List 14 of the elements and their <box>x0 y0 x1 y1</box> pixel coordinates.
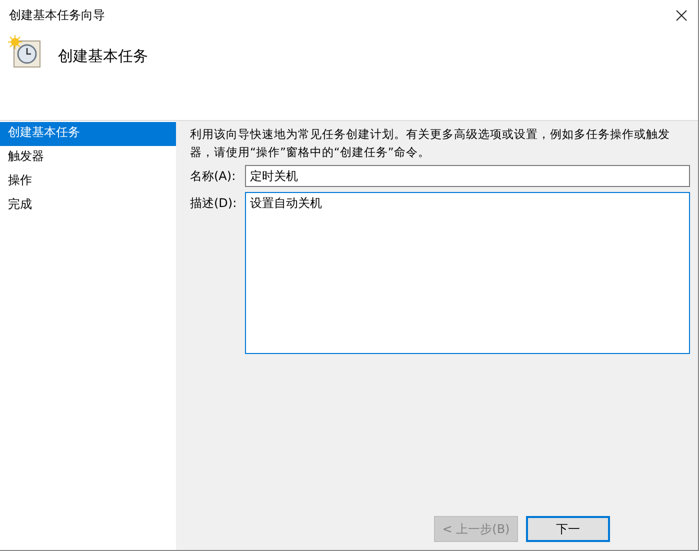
wizard-button[interactable]: 下一 <box>526 516 610 542</box>
wizard-heading: 创建基本任务 <box>58 47 148 66</box>
window-title: 创建基本任务向导 <box>9 7 105 24</box>
step-item[interactable]: 完成 <box>0 194 176 218</box>
name-field[interactable]: 定时关机 <box>245 165 690 187</box>
step-item[interactable]: 触发器 <box>0 146 176 170</box>
field-label: 名称(A): <box>190 168 237 185</box>
description-field[interactable]: 设置自动关机 <box>245 192 690 354</box>
step-item[interactable]: 操作 <box>0 170 176 194</box>
intro-text: 利用该向导快速地为常见任务创建计划。有关更多高级选项或设置，例如多任务操作或触发器，请使用“操作”窗格中的“创建任务”命令。 <box>190 126 671 161</box>
clock-task-icon <box>8 35 42 69</box>
field-label: 描述(D): <box>190 195 238 212</box>
step-item[interactable]: 创建基本任务 <box>0 122 176 146</box>
close-icon[interactable] <box>676 10 687 21</box>
